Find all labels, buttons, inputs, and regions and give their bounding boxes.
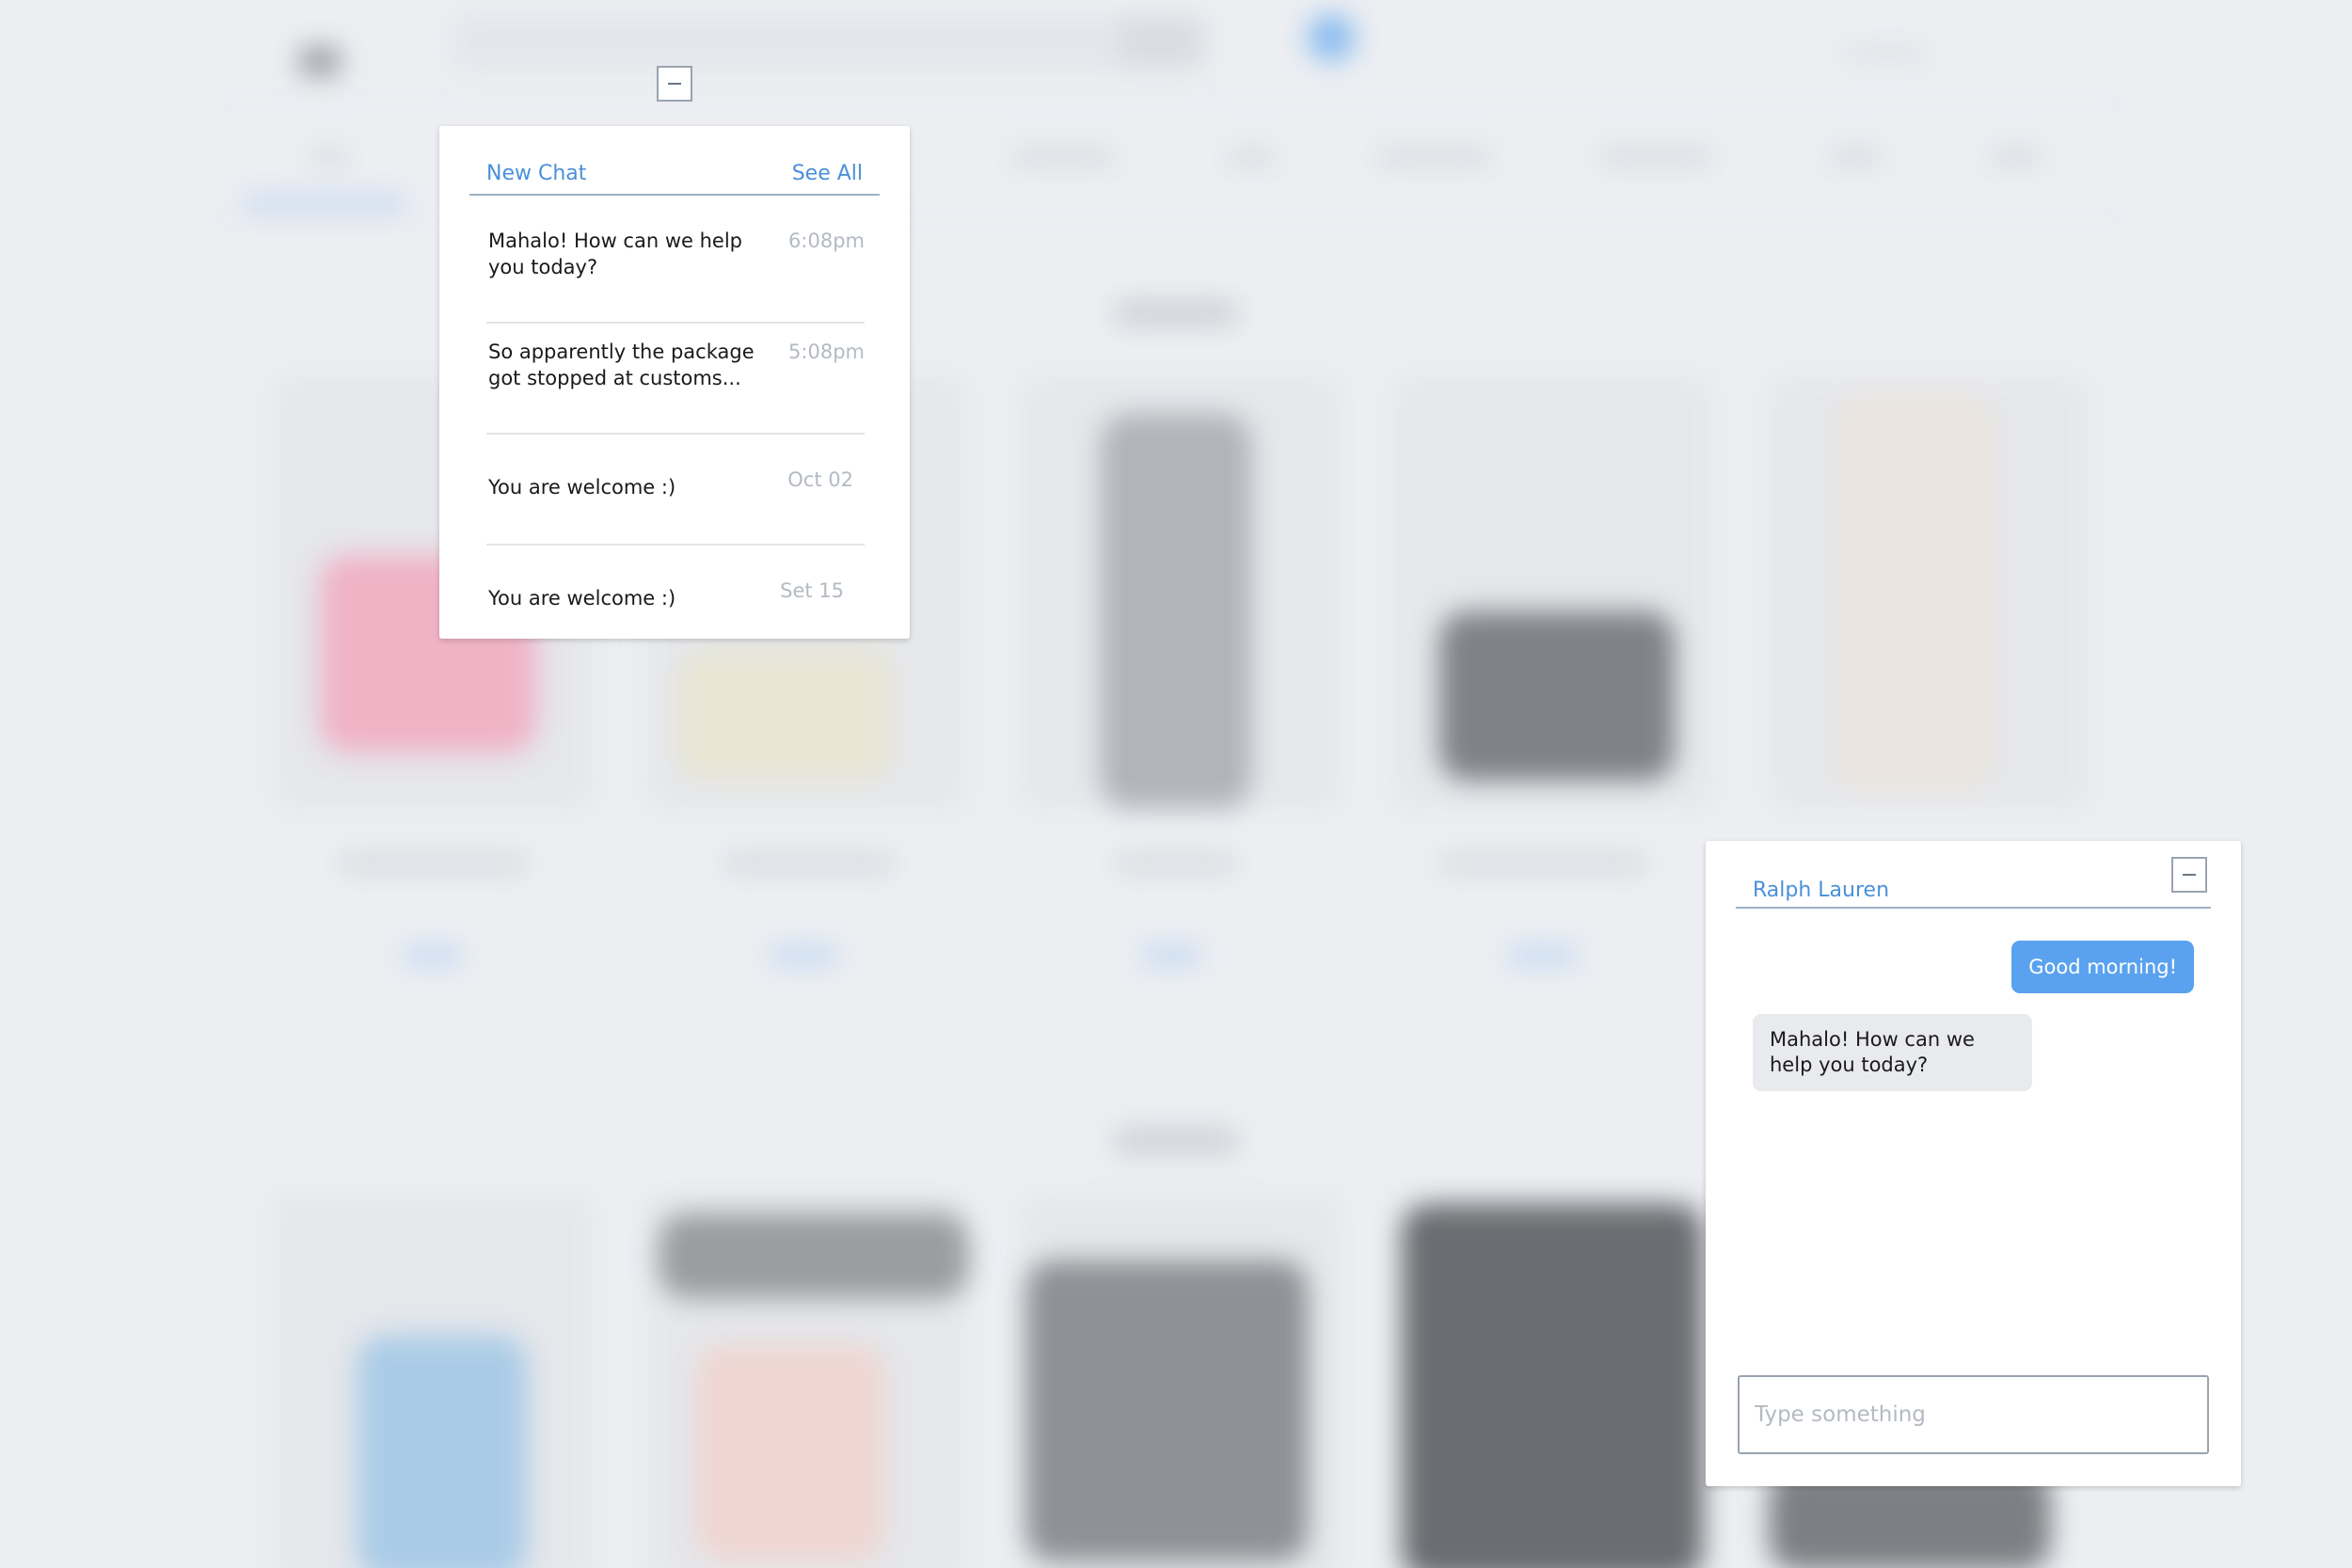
outgoing-message-bubble: Good morning! — [2011, 941, 2194, 993]
incoming-message-bubble: Mahalo! How can we help you today? — [1753, 1014, 2032, 1091]
background-divider — [207, 102, 2136, 104]
background-nav-item — [1228, 149, 1275, 166]
chat-list-item[interactable]: You are welcome :) Set 15 — [486, 544, 865, 655]
background-product-price — [771, 950, 837, 961]
background-product-price — [405, 950, 461, 961]
background-nav-item — [1830, 149, 1882, 166]
conversation-window: Ralph Lauren Good morning! Mahalo! How c… — [1706, 841, 2241, 1486]
chat-list-item[interactable]: You are welcome :) Oct 02 — [486, 433, 865, 546]
chat-preview-time: 5:08pm — [788, 341, 865, 363]
background-product-image — [659, 1213, 969, 1298]
chat-preview-time: Set 15 — [780, 579, 844, 602]
chat-list-item[interactable]: Mahalo! How can we help you today? 6:08p… — [486, 211, 865, 324]
chat-preview-time: 6:08pm — [788, 230, 865, 252]
background-product-price — [1510, 950, 1576, 961]
chat-preview-message: Mahalo! How can we help you today? — [488, 230, 742, 278]
conversation-contact-name: Ralph Lauren — [1753, 879, 1890, 902]
conversation-header: Ralph Lauren — [1736, 860, 2211, 909]
message-input[interactable] — [1738, 1375, 2209, 1454]
background-section-title — [1115, 1129, 1237, 1153]
background-product-image — [1835, 395, 1994, 790]
chat-preview-message: You are welcome :) — [488, 476, 676, 499]
background-product-image — [696, 1345, 884, 1561]
minimize-icon — [668, 83, 681, 85]
background-nav-item — [1011, 149, 1115, 166]
see-all-link[interactable]: See All — [792, 162, 863, 185]
background-nav-item — [1990, 149, 2042, 166]
minimize-icon — [2183, 874, 2196, 876]
background-section-title — [1115, 301, 1237, 325]
background-nav-active — [245, 199, 405, 207]
chat-preview-message: So apparently the package got stopped at… — [488, 341, 755, 389]
background-nav-item — [1599, 149, 1712, 166]
background-product-image — [1025, 1260, 1308, 1561]
background-product-price — [1143, 950, 1200, 961]
chat-list-header: New Chat See All — [469, 154, 880, 196]
background-product-image — [1101, 414, 1251, 809]
background-product-image — [1439, 611, 1675, 781]
background-product-image — [677, 649, 894, 781]
background-product-caption — [1439, 856, 1646, 871]
background-search-button — [1120, 17, 1204, 68]
chat-list-item[interactable]: So apparently the package got stopped at… — [486, 322, 865, 435]
background-search-bar — [452, 14, 1204, 71]
background-cart-badge — [1308, 14, 1355, 61]
new-chat-link[interactable]: New Chat — [486, 162, 586, 185]
chat-preview-time: Oct 02 — [787, 468, 853, 491]
background-account-link — [1844, 47, 1929, 60]
background-product-image — [1402, 1204, 1703, 1568]
chat-list-panel: New Chat See All Mahalo! How can we help… — [439, 126, 910, 639]
background-product-image — [358, 1336, 527, 1568]
background-nav-item — [310, 149, 348, 166]
chat-preview-message: You are welcome :) — [488, 587, 676, 610]
background-product-caption — [1115, 856, 1237, 871]
background-logo — [299, 47, 341, 75]
background-product-caption — [724, 856, 894, 871]
page: New Chat See All Mahalo! How can we help… — [0, 0, 2352, 1568]
chat-list-minimize-button[interactable] — [657, 66, 692, 102]
background-product-caption — [339, 856, 527, 871]
conversation-minimize-button[interactable] — [2171, 857, 2207, 893]
background-nav-item — [1378, 149, 1491, 166]
